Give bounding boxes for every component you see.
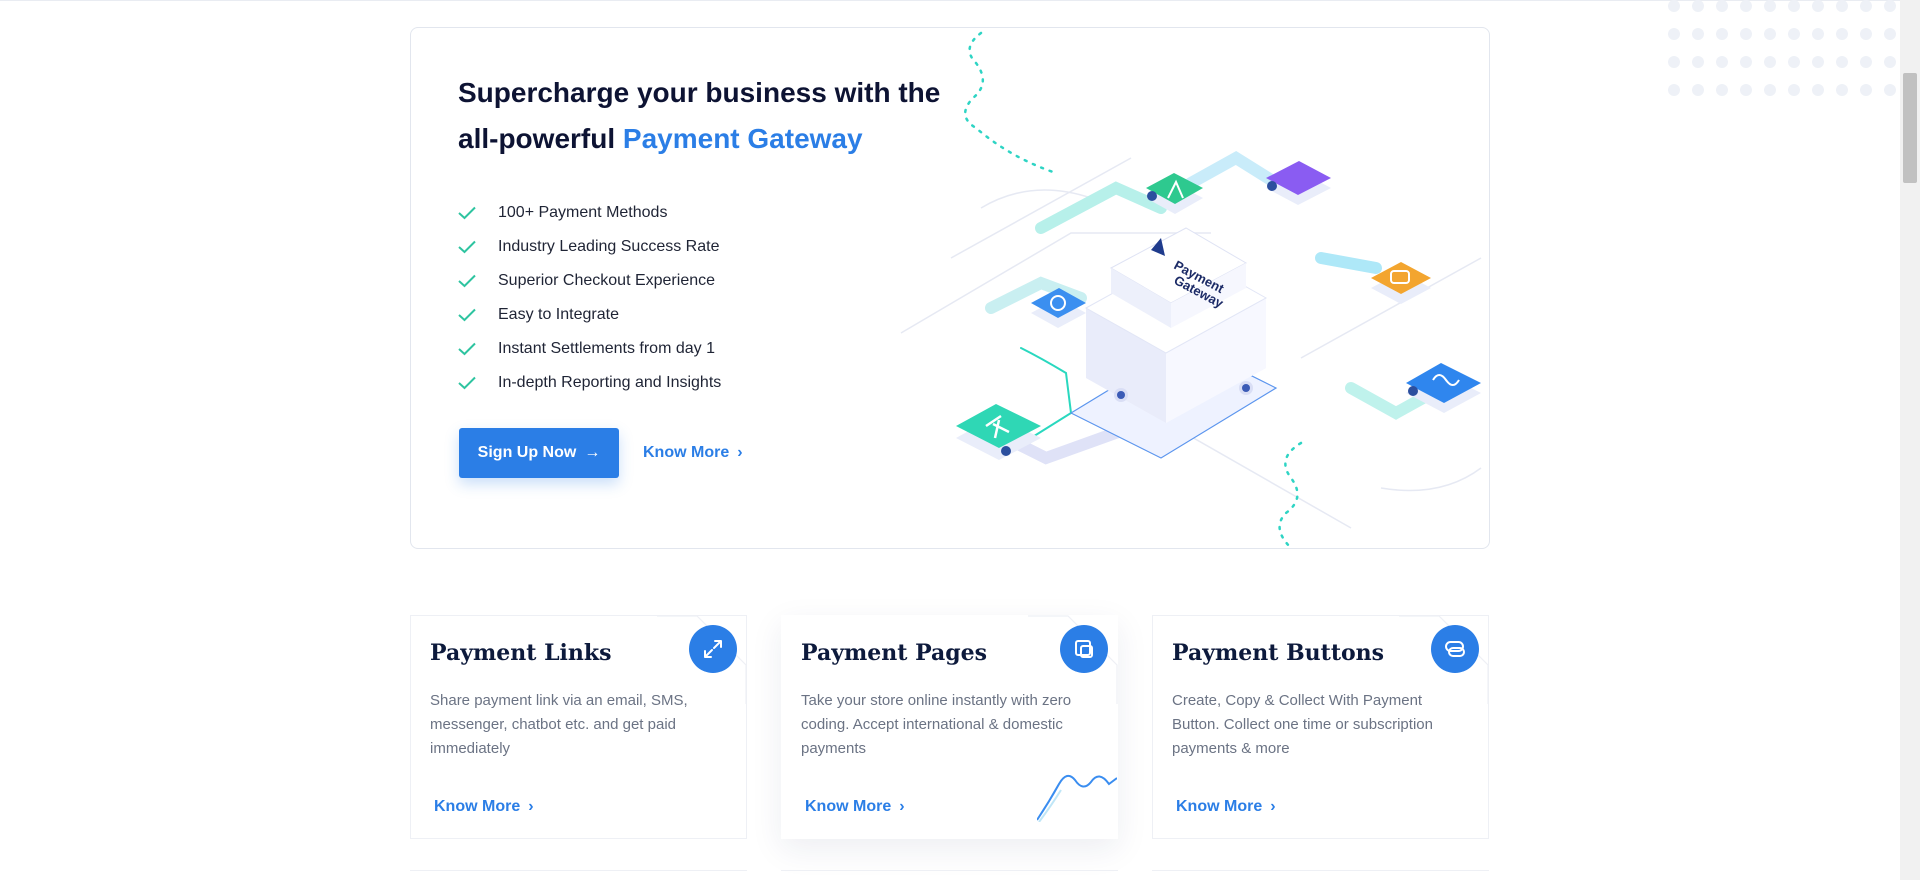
product-know-more-link[interactable]: Know More › xyxy=(1176,798,1276,816)
product-description: Share payment link via an email, SMS, me… xyxy=(430,692,688,757)
feature-label: Instant Settlements from day 1 xyxy=(498,340,715,357)
pages-icon xyxy=(1060,625,1108,673)
product-know-more-label: Know More xyxy=(1176,798,1263,815)
feature-item: Instant Settlements from day 1 xyxy=(458,332,721,366)
chevron-right-icon: › xyxy=(528,798,534,815)
link-arrows-icon xyxy=(689,625,737,673)
check-icon xyxy=(458,339,498,359)
payment-gateway-illustration: Payment Gateway xyxy=(900,31,1482,548)
button-icon xyxy=(1431,625,1479,673)
hero-title-accent: Payment Gateway xyxy=(622,123,863,154)
product-description: Create, Copy & Collect With Payment Butt… xyxy=(1172,692,1433,757)
page-scrollbar[interactable] xyxy=(1900,0,1920,880)
product-know-more-link[interactable]: Know More › xyxy=(434,798,534,816)
next-row-card xyxy=(1152,870,1489,881)
chevron-right-icon: › xyxy=(737,444,743,461)
check-icon xyxy=(458,305,498,325)
product-know-more-link[interactable]: Know More › xyxy=(805,798,905,816)
feature-label: 100+ Payment Methods xyxy=(498,204,668,221)
product-card-payment-pages: Payment Pages Take your store online ins… xyxy=(781,615,1118,839)
page-divider xyxy=(0,0,1920,1)
hero-title-prefix: all-powerful xyxy=(458,123,616,154)
know-more-link[interactable]: Know More › xyxy=(643,428,743,478)
product-know-more-label: Know More xyxy=(805,798,892,815)
check-icon xyxy=(458,203,498,223)
feature-label: Industry Leading Success Rate xyxy=(498,238,720,255)
hero-card: Supercharge your business with the all-p… xyxy=(410,27,1490,549)
feature-label: Easy to Integrate xyxy=(498,306,619,323)
product-description: Take your store online instantly with ze… xyxy=(801,692,1072,757)
product-title: Payment Buttons xyxy=(1172,640,1385,666)
product-title: Payment Pages xyxy=(801,640,988,666)
feature-item: Superior Checkout Experience xyxy=(458,264,721,298)
know-more-label: Know More xyxy=(643,444,730,461)
arrow-right-icon: → xyxy=(584,444,601,461)
check-icon xyxy=(458,237,498,257)
check-icon xyxy=(458,373,498,393)
wave-decoration xyxy=(1037,774,1117,822)
feature-item: Easy to Integrate xyxy=(458,298,721,332)
chevron-right-icon: › xyxy=(1270,798,1276,815)
dot-pattern xyxy=(1668,0,1896,96)
next-row-card xyxy=(410,870,747,881)
hero-title-line1: Supercharge your business with the xyxy=(458,77,941,108)
feature-label: In-depth Reporting and Insights xyxy=(498,374,722,391)
chevron-right-icon: › xyxy=(899,798,905,815)
feature-list: 100+ Payment Methods Industry Leading Su… xyxy=(458,196,721,400)
next-row-card xyxy=(781,870,1118,881)
product-card-payment-buttons: Payment Buttons Create, Copy & Collect W… xyxy=(1152,615,1489,839)
sign-up-button[interactable]: Sign Up Now → xyxy=(459,428,619,478)
product-title: Payment Links xyxy=(430,640,612,666)
check-icon xyxy=(458,271,498,291)
product-know-more-label: Know More xyxy=(434,798,521,815)
feature-item: In-depth Reporting and Insights xyxy=(458,366,721,400)
sign-up-label: Sign Up Now xyxy=(477,444,577,461)
feature-item: Industry Leading Success Rate xyxy=(458,230,721,264)
feature-item: 100+ Payment Methods xyxy=(458,196,721,230)
feature-label: Superior Checkout Experience xyxy=(498,272,716,289)
product-card-payment-links: Payment Links Share payment link via an … xyxy=(410,615,747,839)
scrollbar-thumb[interactable] xyxy=(1903,73,1917,183)
